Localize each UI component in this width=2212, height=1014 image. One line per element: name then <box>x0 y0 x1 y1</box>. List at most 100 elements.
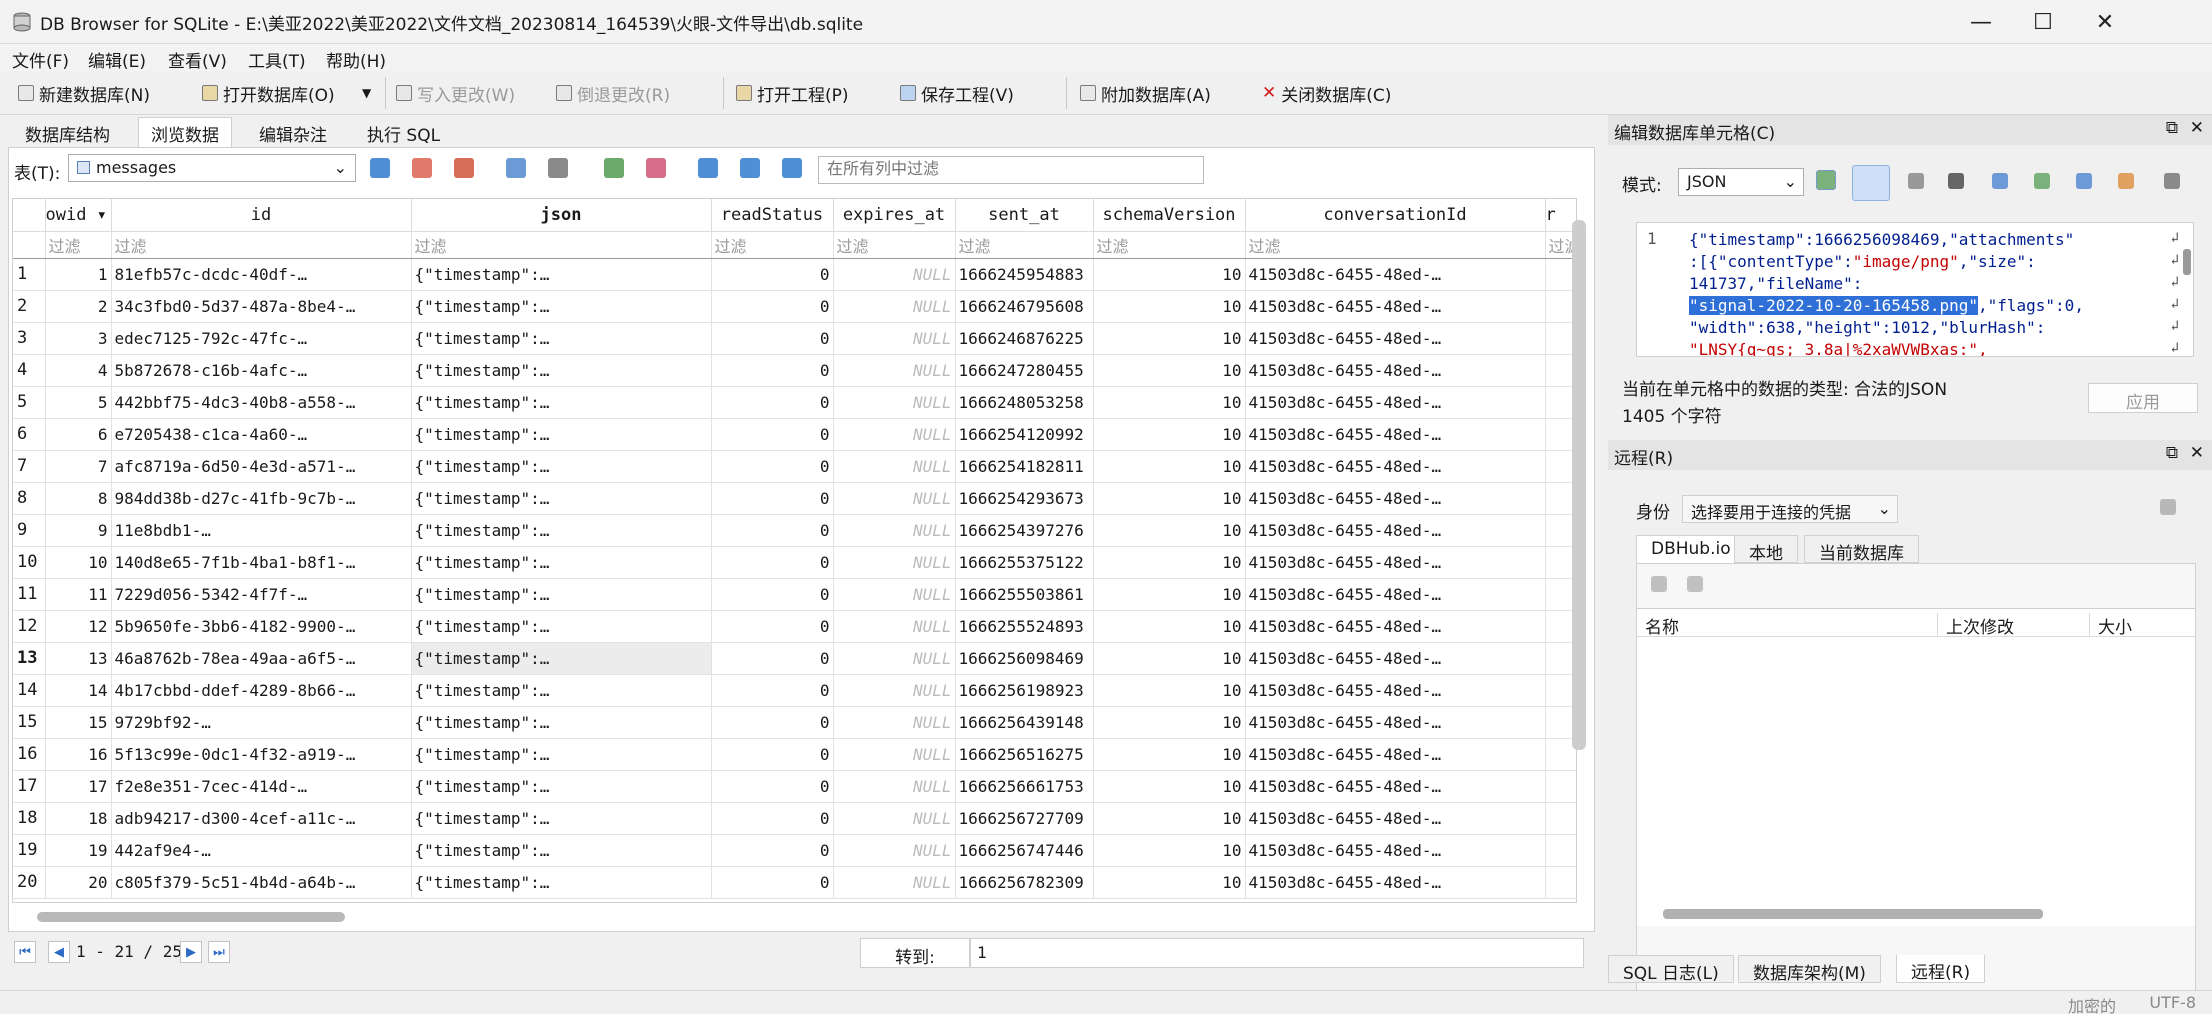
cell-json[interactable]: {"timestamp":… <box>411 386 712 419</box>
cell-conversationid[interactable]: 41503d8c-6455-48ed-… <box>1245 610 1546 643</box>
cell-next[interactable] <box>1545 834 1576 867</box>
cell-conversationid[interactable]: 41503d8c-6455-48ed-… <box>1245 706 1546 739</box>
tab-dbhub[interactable]: DBHub.io <box>1636 535 1746 563</box>
tab-browse-data[interactable]: 浏览数据 <box>138 117 232 147</box>
cell-rowid[interactable]: 20 <box>45 866 112 899</box>
table-row[interactable]: 9 9 11e8bdb1-… {"timestamp":… 0 NULL 166625439… <box>13 514 1576 547</box>
cell-rowid[interactable]: 15 <box>45 706 112 739</box>
row-header[interactable]: 9 <box>13 514 46 547</box>
table-row[interactable]: 14 14 4b17cbbd-ddef-4289-8b66-… {"timestamp… <box>13 674 1576 707</box>
cell-readstatus[interactable]: 0 <box>711 322 834 355</box>
cell-json[interactable]: {"timestamp":… <box>411 258 712 291</box>
minimize-button[interactable]: — <box>1950 0 2012 44</box>
col-header-schemaversion[interactable]: schemaVersion <box>1093 199 1246 232</box>
cell-conversationid[interactable]: 41503d8c-6455-48ed-… <box>1245 482 1546 515</box>
cell-schemaversion[interactable]: 10 <box>1093 866 1246 899</box>
cell-json[interactable]: {"timestamp":… <box>411 322 712 355</box>
cell-readstatus[interactable]: 0 <box>711 610 834 643</box>
cell-id[interactable]: adb94217-d300-4cef-a11c-… <box>111 802 412 835</box>
cell-conversationid[interactable]: 41503d8c-6455-48ed-… <box>1245 386 1546 419</box>
cell-sent-at[interactable]: 1666248053258 <box>955 386 1094 419</box>
table-row[interactable]: 3 3 edec7125-792c-47fc-… {"timestamp":… 0 NUL… <box>13 322 1576 355</box>
table-row[interactable]: 4 4 5b872678-c16b-4afc-… {"timestamp":… 0 NUL… <box>13 354 1576 387</box>
cell-conversationid[interactable]: 41503d8c-6455-48ed-… <box>1245 450 1546 483</box>
cell-id[interactable]: 140d8e65-7f1b-4ba1-b8f1-… <box>111 546 412 579</box>
open-external-icon[interactable] <box>2076 173 2092 189</box>
cell-sent-at[interactable]: 1666246876225 <box>955 322 1094 355</box>
cell-id[interactable]: 34c3fbd0-5d37-487a-8be4-… <box>111 290 412 323</box>
col-header-id[interactable]: id <box>111 199 412 232</box>
cell-conversationid[interactable]: 41503d8c-6455-48ed-… <box>1245 738 1546 771</box>
cell-id[interactable]: 11e8bdb1-… <box>111 514 412 547</box>
refresh-icon[interactable] <box>1651 576 1667 592</box>
cell-rowid[interactable]: 17 <box>45 770 112 803</box>
indent-icon[interactable] <box>1908 173 1924 189</box>
cell-sent-at[interactable]: 1666246795608 <box>955 290 1094 323</box>
cell-id[interactable]: f2e8e351-7cec-414d-… <box>111 770 412 803</box>
cell-next[interactable] <box>1545 770 1576 803</box>
row-header[interactable]: 13 <box>13 642 46 675</box>
cell-conversationid[interactable]: 41503d8c-6455-48ed-… <box>1245 514 1546 547</box>
row-header[interactable]: 3 <box>13 322 46 355</box>
cell-conversationid[interactable]: 41503d8c-6455-48ed-… <box>1245 322 1546 355</box>
cell-expires-at[interactable]: NULL <box>833 482 956 515</box>
auto-format-icon[interactable] <box>1816 170 1836 190</box>
row-header[interactable]: 4 <box>13 354 46 387</box>
goto-input[interactable]: 1 <box>970 938 1584 968</box>
first-page-icon[interactable]: ⏮ <box>14 941 36 963</box>
cell-expires-at[interactable]: NULL <box>833 386 956 419</box>
cell-rowid[interactable]: 14 <box>45 674 112 707</box>
table-row[interactable]: 13 13 46a8762b-78ea-49aa-a6f5-… {"timestamp… <box>13 642 1576 675</box>
find-icon[interactable] <box>740 158 760 178</box>
cell-rowid[interactable]: 3 <box>45 322 112 355</box>
attach-database-button[interactable]: 附加数据库(A) <box>1080 80 1211 106</box>
cell-expires-at[interactable]: NULL <box>833 322 956 355</box>
cell-editor[interactable]: 1 {"timestamp":1666256098469,"attachment… <box>1636 222 2194 357</box>
identity-select[interactable]: 选择要用于连接的凭据 ⌄ <box>1682 495 1898 523</box>
cell-sent-at[interactable]: 1666254182811 <box>955 450 1094 483</box>
table-row[interactable]: 20 20 c805f379-5c51-4b4d-a64b-… {"timestamp… <box>13 866 1576 899</box>
cell-json[interactable]: {"timestamp":… <box>411 290 712 323</box>
cell-readstatus[interactable]: 0 <box>711 354 834 387</box>
cell-id[interactable]: 442bbf75-4dc3-40b8-a558-… <box>111 386 412 419</box>
menu-tools[interactable]: 工具(T) <box>248 47 306 72</box>
filter-id[interactable]: 过滤 <box>111 231 412 259</box>
revert-changes-button[interactable]: 倒退更改(R) <box>556 80 670 106</box>
tab-execute-sql[interactable]: 执行 SQL <box>354 117 453 147</box>
cell-readstatus[interactable]: 0 <box>711 802 834 835</box>
tab-local[interactable]: 本地 <box>1734 535 1798 564</box>
table-row[interactable]: 1 1 81efb57c-dcdc-40df-… {"timestamp":… 0 NUL… <box>13 258 1576 291</box>
filter-readstatus[interactable]: 过滤 <box>711 231 834 259</box>
cell-schemaversion[interactable]: 10 <box>1093 578 1246 611</box>
row-header[interactable]: 11 <box>13 578 46 611</box>
export-icon[interactable] <box>1992 173 2008 189</box>
cell-readstatus[interactable]: 0 <box>711 834 834 867</box>
open-database-button[interactable]: 打开数据库(O) <box>202 80 335 106</box>
row-header[interactable]: 1 <box>13 258 46 291</box>
cell-id[interactable]: 984dd38b-d27c-41fb-9c7b-… <box>111 482 412 515</box>
cell-sent-at[interactable]: 1666256098469 <box>955 642 1094 675</box>
row-header[interactable]: 6 <box>13 418 46 451</box>
close-database-button[interactable]: ✕ 关闭数据库(C) <box>1262 80 1391 106</box>
cell-next[interactable] <box>1545 802 1576 835</box>
cell-rowid[interactable]: 2 <box>45 290 112 323</box>
cell-json[interactable]: {"timestamp":… <box>411 514 712 547</box>
cell-sent-at[interactable]: 1666256782309 <box>955 866 1094 899</box>
cell-rowid[interactable]: 4 <box>45 354 112 387</box>
cell-json[interactable]: {"timestamp":… <box>411 866 712 899</box>
table-select[interactable]: messages ⌄ <box>68 154 356 182</box>
cell-readstatus[interactable]: 0 <box>711 386 834 419</box>
clone-icon[interactable] <box>1687 576 1703 592</box>
tab-db-schema[interactable]: 数据库架构(M) <box>1738 955 1881 984</box>
cell-id[interactable]: 7229d056-5342-4f7f-… <box>111 578 412 611</box>
cell-json[interactable]: {"timestamp":… <box>411 770 712 803</box>
cell-json[interactable]: {"timestamp":… <box>411 450 712 483</box>
cell-expires-at[interactable]: NULL <box>833 610 956 643</box>
cell-sent-at[interactable]: 1666255524893 <box>955 610 1094 643</box>
cell-id[interactable]: afc8719a-6d50-4e3d-a571-… <box>111 450 412 483</box>
global-filter-input[interactable] <box>818 156 1204 184</box>
table-row[interactable]: 7 7 afc8719a-6d50-4e3d-a571-… {"timestamp":… <box>13 450 1576 483</box>
filter-rowid[interactable]: 过滤 <box>45 231 112 259</box>
clear-icon[interactable] <box>2118 173 2134 189</box>
cell-sent-at[interactable]: 1666256747446 <box>955 834 1094 867</box>
